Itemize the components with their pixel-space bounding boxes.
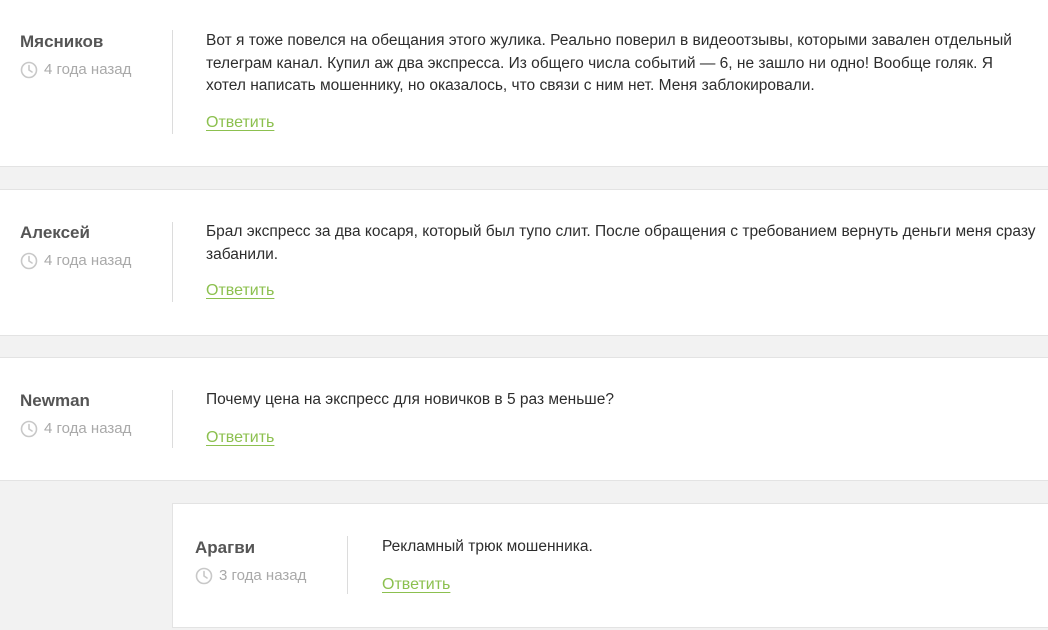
- comment-divider: [172, 222, 173, 302]
- comment-author: Мясников: [20, 32, 104, 51]
- comment: Алексей 4 года назад Брал экспресс за дв…: [0, 189, 1048, 336]
- comment-text: Рекламный трюк мошенника.: [382, 538, 593, 555]
- clock-icon: [195, 567, 213, 585]
- comment-date-text: 3 года назад: [219, 567, 307, 584]
- comment-reply: Арагви 3 года назад Рекламный трюк мошен…: [172, 503, 1048, 628]
- comment-date: 3 года назад: [195, 566, 306, 586]
- comment-divider: [172, 30, 173, 134]
- clock-icon: [20, 252, 38, 270]
- comment: Newman 4 года назад Почему цена на экспр…: [0, 357, 1048, 481]
- reply-link[interactable]: Ответить: [206, 114, 274, 132]
- comment-body: Рекламный трюк мошенника. Ответить: [382, 536, 1032, 594]
- comment-list: Мясников 4 года назад Вот я тоже повелся…: [0, 0, 1048, 630]
- comment-body: Вот я тоже повелся на обещания этого жул…: [206, 30, 1036, 132]
- comment-date-text: 4 года назад: [44, 252, 132, 269]
- reply-link[interactable]: Ответить: [206, 429, 274, 447]
- comment-date-text: 4 года назад: [44, 61, 132, 78]
- comment-meta: Newman 4 года назад: [20, 391, 131, 439]
- comment-date: 4 года назад: [20, 419, 131, 439]
- comment-meta: Алексей 4 года назад: [20, 223, 131, 271]
- comment-meta: Арагви 3 года назад: [195, 538, 306, 586]
- comment-date: 4 года назад: [20, 251, 131, 271]
- comment-text: Вот я тоже повелся на обещания этого жул…: [206, 32, 1012, 94]
- comment-divider: [347, 536, 348, 594]
- comment-author: Алексей: [20, 223, 90, 242]
- comment-date: 4 года назад: [20, 60, 131, 80]
- comment: Мясников 4 года назад Вот я тоже повелся…: [0, 0, 1048, 167]
- clock-icon: [20, 61, 38, 79]
- clock-icon: [20, 420, 38, 438]
- reply-link[interactable]: Ответить: [206, 282, 274, 300]
- reply-link[interactable]: Ответить: [382, 576, 450, 594]
- comment-divider: [172, 390, 173, 448]
- comment-text: Брал экспресс за два косаря, который был…: [206, 223, 1036, 263]
- comment-body: Почему цена на экспресс для новичков в 5…: [206, 389, 1036, 447]
- comment-text: Почему цена на экспресс для новичков в 5…: [206, 391, 614, 408]
- comment-author: Newman: [20, 391, 90, 410]
- comment-body: Брал экспресс за два косаря, который был…: [206, 221, 1036, 300]
- comment-author: Арагви: [195, 538, 256, 557]
- comment-date-text: 4 года назад: [44, 420, 132, 437]
- comment-meta: Мясников 4 года назад: [20, 32, 131, 80]
